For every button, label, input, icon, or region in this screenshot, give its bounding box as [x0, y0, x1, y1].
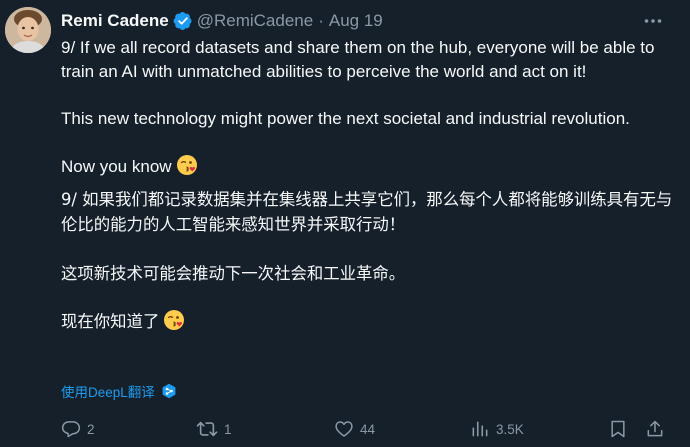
tweet-text-en-3: Now you know	[61, 156, 172, 176]
more-horizontal-icon	[644, 19, 662, 23]
share-icon	[647, 420, 663, 437]
like-icon	[335, 421, 353, 437]
retweet-count: 1	[224, 421, 232, 437]
avatar[interactable]	[5, 7, 51, 53]
face-blowing-kiss-emoji	[163, 309, 185, 331]
reply-button[interactable]: 2	[61, 418, 95, 440]
like-count: 44	[360, 421, 376, 437]
retweet-button[interactable]: 1	[196, 418, 232, 440]
tweet-text-en-1: 9/ If we all record datasets and share t…	[61, 38, 655, 81]
retweet-icon	[196, 421, 218, 437]
action-bar: 2 1 44 3.5K	[61, 418, 681, 440]
more-options-button[interactable]	[642, 10, 664, 32]
reply-icon	[61, 421, 81, 438]
translate-label[interactable]: 使用DeepL翻译	[61, 381, 155, 401]
tweet-header: Remi Cadene @RemiCadene · Aug 19	[61, 8, 383, 34]
views-button[interactable]: 3.5K	[470, 418, 524, 440]
like-button[interactable]: 44	[334, 418, 375, 440]
reply-count: 2	[87, 421, 95, 437]
tweet: Remi Cadene @RemiCadene · Aug 19 9/ If w…	[0, 0, 690, 447]
tweet-translation-3: 现在你知道了	[61, 312, 160, 331]
share-button[interactable]	[645, 418, 665, 440]
views-icon	[472, 421, 488, 437]
bookmark-icon	[611, 420, 625, 438]
tweet-translation-2: 这项新技术可能会推动下一次社会和工业革命。	[61, 263, 406, 283]
tweet-translation-3-line: 现在你知道了	[61, 309, 681, 334]
bookmark-button[interactable]	[608, 418, 628, 440]
verified-badge-icon[interactable]	[173, 11, 193, 31]
deepl-icon	[161, 383, 177, 399]
face-blowing-kiss-emoji	[176, 154, 198, 176]
author-name[interactable]: Remi Cadene	[61, 11, 169, 31]
tweet-text-en-2: This new technology might power the next…	[61, 108, 630, 128]
views-count: 3.5K	[496, 421, 524, 437]
translate-link[interactable]: 使用DeepL翻译	[61, 381, 177, 401]
tweet-body: 9/ If we all record datasets and share t…	[61, 36, 681, 334]
tweet-text-en-3-line: Now you know	[61, 154, 681, 179]
tweet-translation-1: 9/ 如果我们都记录数据集并在集线器上共享它们，那么每个人都将能够训练具有无与伦…	[61, 190, 673, 234]
separator-dot: ·	[318, 11, 324, 30]
tweet-date[interactable]: Aug 19	[329, 11, 383, 31]
author-handle[interactable]: @RemiCadene	[197, 11, 313, 31]
